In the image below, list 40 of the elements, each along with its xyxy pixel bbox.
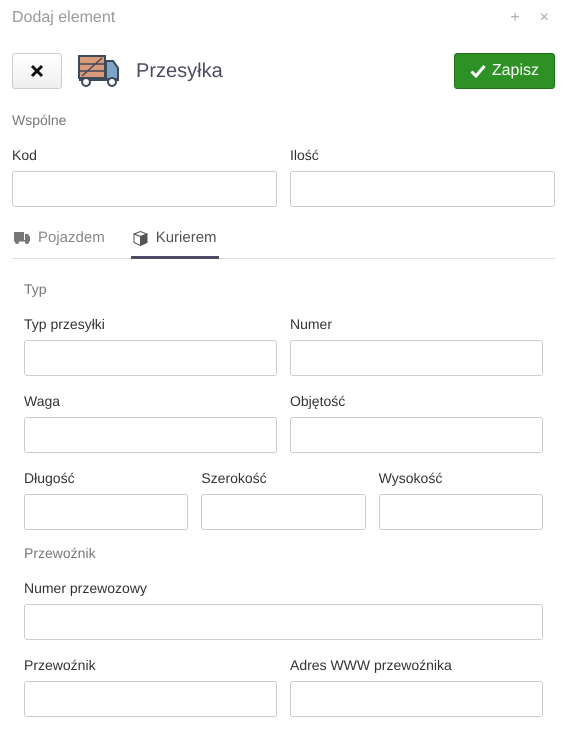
truck-icon xyxy=(78,55,120,87)
field-label: Wysokość xyxy=(378,468,442,488)
truck-icon xyxy=(14,232,30,244)
field-label: Typ przesyłki xyxy=(24,314,105,334)
close-button[interactable]: × xyxy=(538,10,551,26)
input-field[interactable] xyxy=(24,416,277,452)
input-field[interactable] xyxy=(290,416,543,452)
field-label: Adres WWW przewoźnika xyxy=(290,656,452,674)
section-heading: Przewoźnik xyxy=(24,544,96,560)
field-label: Waga xyxy=(24,392,60,410)
tab[interactable]: Kurierem xyxy=(130,227,219,258)
field-label: Numer przewozowy xyxy=(24,578,147,598)
input-field[interactable] xyxy=(201,494,366,530)
section-heading: Typ xyxy=(24,280,47,296)
page-title: Przesyłka xyxy=(136,59,223,84)
save-button[interactable]: Zapisz xyxy=(454,53,555,89)
close-button[interactable] xyxy=(12,53,62,89)
section-heading: Wspólne xyxy=(12,112,66,128)
input-field[interactable] xyxy=(24,494,188,530)
close-icon xyxy=(30,64,44,78)
check-icon xyxy=(470,64,486,78)
add-button[interactable]: + xyxy=(508,10,522,26)
input-field[interactable] xyxy=(290,340,543,376)
input-field[interactable] xyxy=(24,604,543,640)
field-label: Przewoźnik xyxy=(24,656,96,674)
tab[interactable]: Pojazdem xyxy=(12,227,107,258)
input-field[interactable] xyxy=(378,494,543,530)
input-field[interactable] xyxy=(290,680,543,716)
input-field[interactable] xyxy=(12,171,277,207)
input-field[interactable] xyxy=(24,340,277,376)
field-label: Długość xyxy=(24,468,75,488)
box-icon xyxy=(132,230,148,246)
input-field[interactable] xyxy=(290,171,555,207)
field-label: Kod xyxy=(12,146,37,165)
field-label: Ilość xyxy=(290,146,319,165)
window-title: Dodaj element xyxy=(12,8,116,28)
field-label: Objętość xyxy=(290,392,346,410)
input-field[interactable] xyxy=(24,680,277,716)
field-label: Numer xyxy=(290,314,332,334)
field-label: Szerokość xyxy=(201,468,267,488)
